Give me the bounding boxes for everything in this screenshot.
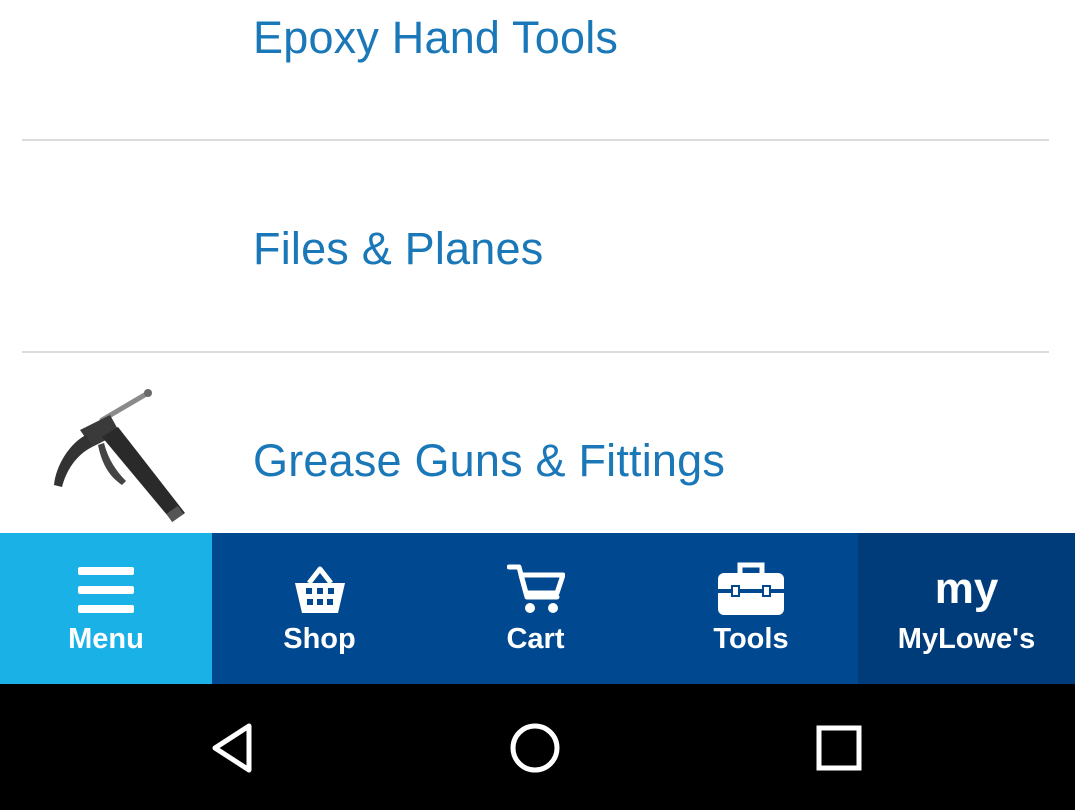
list-item-label: Epoxy Hand Tools [253,12,619,63]
bottom-navigation: Menu Shop Cart Tools my MyLowe's [0,533,1075,684]
home-icon[interactable] [507,720,563,776]
back-icon[interactable] [205,720,261,776]
my-icon-text: my [934,564,999,613]
list-item[interactable]: Epoxy Hand Tools [0,0,1075,152]
cart-icon [506,533,565,623]
toolbox-icon [718,533,784,623]
hamburger-icon [78,533,134,623]
category-list: Epoxy Hand Tools Files & Planes Grease G… [0,0,1075,533]
list-item-label: Files & Planes [253,223,544,274]
nav-mylowes-button[interactable]: my MyLowe's [858,533,1075,684]
recents-icon[interactable] [811,720,867,776]
nav-label: MyLowe's [897,623,1036,655]
basket-icon [293,533,347,623]
nav-label: Cart [506,623,565,655]
my-icon: my [935,533,999,623]
nav-tools-button[interactable]: Tools [644,533,858,684]
nav-menu-button[interactable]: Menu [0,533,212,684]
nav-cart-button[interactable]: Cart [427,533,644,684]
grease-gun-thumbnail [54,389,185,523]
nav-label: Menu [68,623,144,655]
list-item-label: Grease Guns & Fittings [253,435,726,486]
nav-label: Tools [713,623,789,655]
list-item[interactable]: Files & Planes [0,141,1075,353]
nav-shop-button[interactable]: Shop [212,533,427,684]
nav-label: Shop [283,623,356,655]
